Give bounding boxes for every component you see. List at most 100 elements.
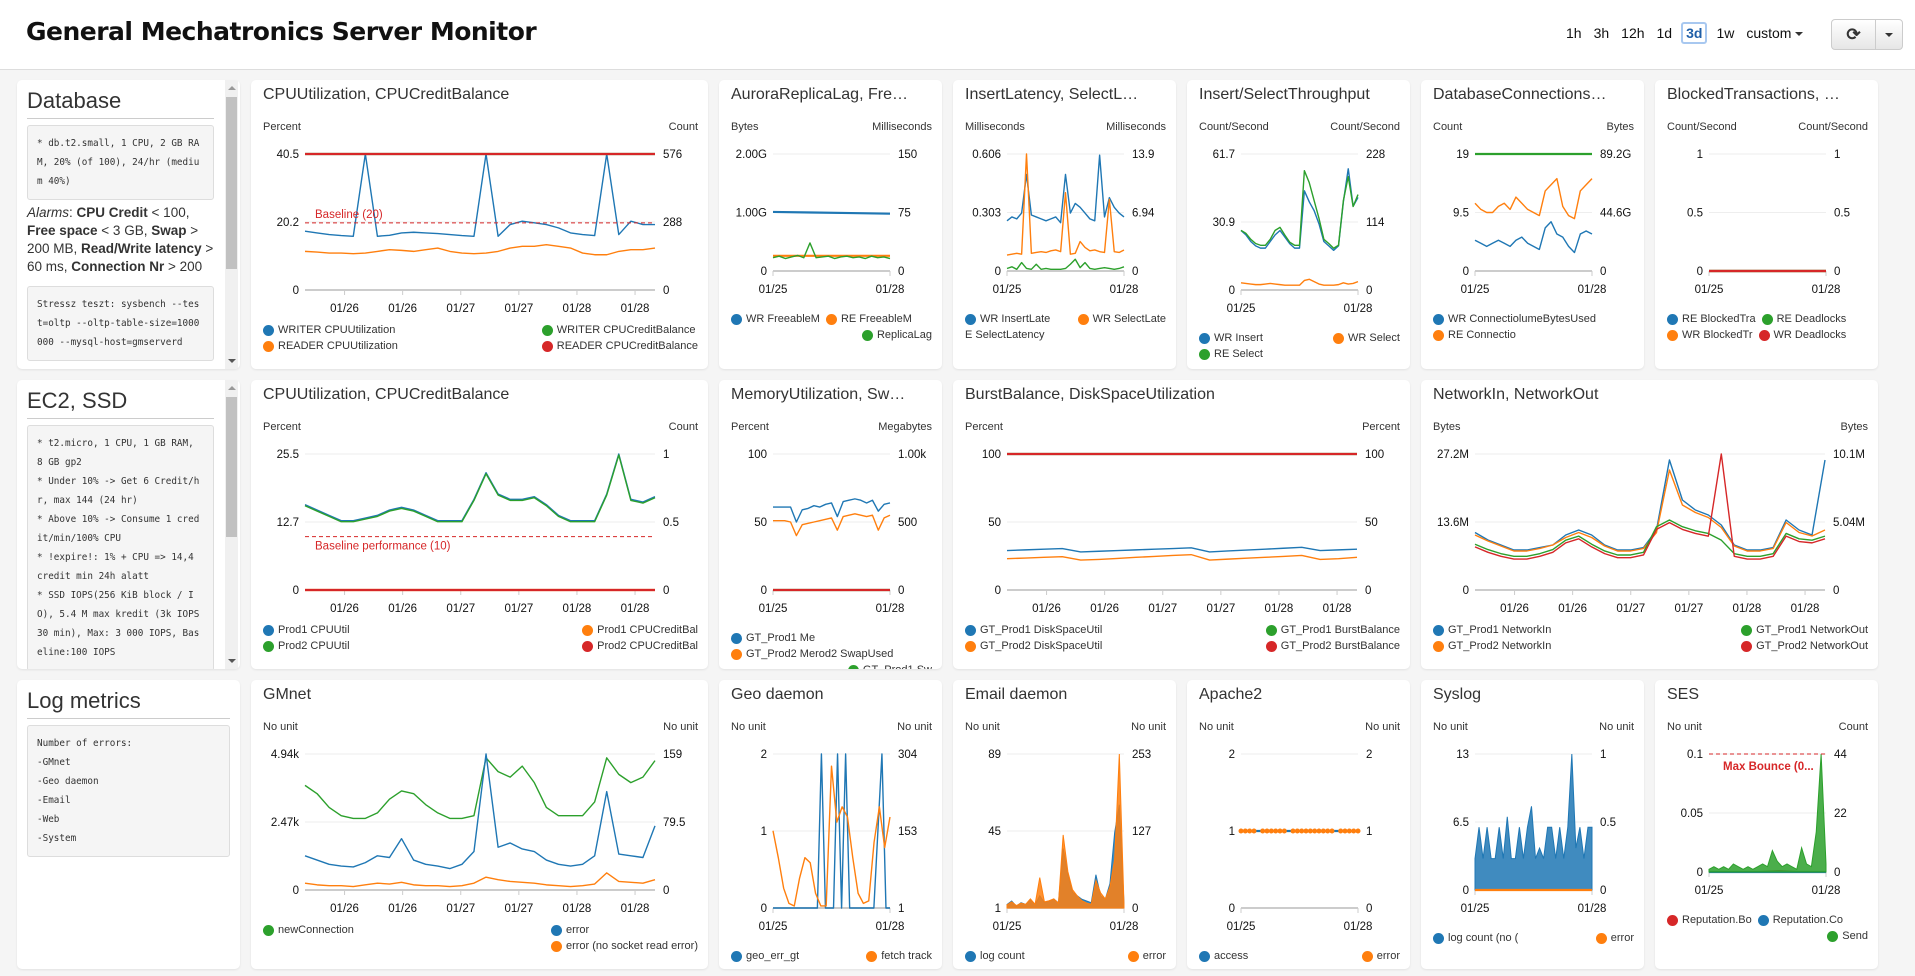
range-3d[interactable]: 3d xyxy=(1681,22,1708,44)
scroll-thumb[interactable] xyxy=(226,397,237,537)
legend-item[interactable]: WR Deadlocks xyxy=(1758,329,1846,341)
chart-legend: WR InsertLate WR SelectLate E SelectLatenc… xyxy=(965,313,1166,341)
data-point xyxy=(1355,828,1361,834)
legend-item[interactable]: GT_Prod2 Merod2 SwapUsed xyxy=(731,648,893,660)
right-tick-label: 500 xyxy=(898,517,917,529)
chart-panel-cpuutilization-cpucreditbalance[interactable]: CPUUtilization, CPUCreditBalance Percent C… xyxy=(251,80,708,369)
chart-panel-cpuutilization-cpucreditbalance[interactable]: CPUUtilization, CPUCreditBalance Percent C… xyxy=(251,380,708,669)
legend-item[interactable]: GT_Prod1 DiskSpaceUtil xyxy=(965,624,1102,636)
legend-item[interactable]: GT_Prod1 NetworkOut xyxy=(1741,624,1868,636)
legend-item[interactable]: GT_Prod1 Sw xyxy=(847,664,932,669)
legend-item[interactable]: WR SelectLate xyxy=(1077,313,1166,325)
legend-item[interactable]: WRITER CPUCreditBalance xyxy=(541,324,696,336)
right-tick-label: 6.94 xyxy=(1132,208,1155,220)
legend-swatch-icon xyxy=(1433,640,1444,652)
legend-item[interactable]: READER CPUCreditBalance xyxy=(541,340,698,352)
chart-panel-apache2[interactable]: Apache2 No unit No unit 0 0 1 1 2 2 01/25 01/28 acc… xyxy=(1187,680,1410,969)
legend-item[interactable]: GT_Prod2 BurstBalance xyxy=(1265,640,1400,652)
chart-panel-databaseconnections[interactable]: DatabaseConnections… Count Bytes 0 0 9.5 44.6G… xyxy=(1421,80,1644,369)
chart-panel-insertlatency-selectl[interactable]: InsertLatency, SelectL… Milliseconds Milli… xyxy=(953,80,1176,369)
left-tick-label: 0 xyxy=(1463,585,1469,597)
range-1w[interactable]: 1w xyxy=(1710,22,1740,44)
legend-label: WRITER CPUCreditBalance xyxy=(556,324,696,336)
legend-item[interactable]: GT_Prod2 DiskSpaceUtil xyxy=(965,640,1102,652)
chart-panel-blockedtransactions[interactable]: BlockedTransactions, … Count/Second Count/… xyxy=(1655,80,1878,369)
chart-panel-geo-daemon[interactable]: Geo daemon No unit No unit 0 1 1 153 2 304 01/25 0… xyxy=(719,680,942,969)
legend-item[interactable]: error xyxy=(550,924,589,936)
legend-item[interactable]: newConnection xyxy=(263,924,354,936)
chart-panel-aurorareplicalag-fre[interactable]: AuroraReplicaLag, Fre… Bytes Milliseconds 0… xyxy=(719,80,942,369)
legend-item[interactable]: GT_Prod1 BurstBalance xyxy=(1265,624,1400,636)
legend-item[interactable]: RE Select xyxy=(1199,348,1263,360)
legend-item[interactable]: Prod1 CPUCreditBal xyxy=(582,624,698,636)
legend-item[interactable]: ReplicaLag xyxy=(861,329,932,341)
annotation-label: Max Bounce (0... xyxy=(1723,761,1814,773)
range-3h[interactable]: 3h xyxy=(1588,22,1616,44)
legend-item[interactable]: GT_Prod2 NetworkIn xyxy=(1433,640,1551,652)
chart-panel-gmnet[interactable]: GMnet No unit No unit 0 0 2.47k 79.5 4.94k 159 01… xyxy=(251,680,708,969)
legend-item[interactable]: READER CPUUtilization xyxy=(263,340,398,352)
refresh-options-button[interactable] xyxy=(1876,20,1902,49)
legend-item[interactable]: error (no socket read error) xyxy=(550,940,698,952)
legend-item[interactable]: Prod2 CPUCreditBal xyxy=(582,640,698,652)
scrollbar[interactable] xyxy=(225,380,238,669)
legend-swatch-icon xyxy=(731,632,742,644)
legend-item[interactable]: error xyxy=(1361,950,1400,962)
scroll-thumb[interactable] xyxy=(226,97,237,269)
legend-item[interactable]: Prod2 CPUUtil xyxy=(263,640,350,652)
legend-item[interactable]: log count (no ( xyxy=(1433,932,1518,944)
legend-item[interactable]: GT_Prod1 NetworkIn xyxy=(1433,624,1551,636)
x-tick-label: 01/28 xyxy=(1733,603,1762,615)
chart-panel-networkin-networkout[interactable]: NetworkIn, NetworkOut Bytes Bytes 0 0 13.6M 5.… xyxy=(1421,380,1878,669)
legend-item[interactable]: Send xyxy=(1827,930,1868,942)
legend-swatch-icon xyxy=(965,624,976,636)
legend-item[interactable]: GT_Prod1 Me xyxy=(731,632,815,644)
legend-item[interactable]: Reputation.Bo xyxy=(1667,914,1752,926)
chart-panel-memoryutilization-sw[interactable]: MemoryUtilization, Sw… Percent Megabytes 0 0… xyxy=(719,380,942,669)
legend-item[interactable]: access xyxy=(1199,950,1248,962)
legend-item[interactable]: WR ConnectiolumeBytesUsed xyxy=(1433,313,1596,325)
alarms-text: Alarms: CPU Credit < 100, Free space < 3… xyxy=(27,205,214,274)
legend-label: WR BlockedTr xyxy=(1682,329,1753,341)
legend-item[interactable]: WR InsertLate xyxy=(965,313,1050,325)
scroll-up-icon[interactable] xyxy=(228,386,236,390)
legend-item[interactable]: WR FreeableM xyxy=(731,313,820,325)
legend-item[interactable]: WRITER CPUUtilization xyxy=(263,324,398,336)
chart-panel-insert-selectthroughput[interactable]: Insert/SelectThroughput Count/Second Count… xyxy=(1187,80,1410,369)
range-custom[interactable]: custom xyxy=(1740,22,1809,44)
legend-item[interactable]: WR BlockedTr xyxy=(1667,329,1753,341)
chart-panel-syslog[interactable]: Syslog No unit No unit 0 0 6.5 0.5 13 1 01/25 01/2… xyxy=(1421,680,1644,969)
legend-item[interactable]: RE Deadlocks xyxy=(1761,313,1846,325)
scroll-down-icon[interactable] xyxy=(228,359,236,363)
legend-item[interactable]: log count xyxy=(965,950,1025,962)
range-1d[interactable]: 1d xyxy=(1651,22,1679,44)
legend-item[interactable]: RE BlockedTra xyxy=(1667,313,1756,325)
legend-swatch-icon xyxy=(1265,624,1277,636)
left-tick-label: 0 xyxy=(1229,903,1235,915)
left-tick-label: 0 xyxy=(1229,285,1235,297)
legend-item[interactable]: Reputation.Co xyxy=(1757,914,1843,926)
chart-panel-ses[interactable]: SES No unit Count 0 0 0.05 22 0.1 44 01/25 01/28 Ma… xyxy=(1655,680,1878,969)
legend-item[interactable]: WR Select xyxy=(1333,332,1400,344)
legend-item[interactable]: geo_err_gt xyxy=(731,950,799,962)
refresh-button[interactable]: ⟳ xyxy=(1832,20,1876,49)
legend-item[interactable]: fetch track xyxy=(866,950,932,962)
legend-item[interactable]: GT_Prod2 NetworkOut xyxy=(1741,640,1868,652)
range-12h[interactable]: 12h xyxy=(1615,22,1650,44)
scrollbar[interactable] xyxy=(225,80,238,369)
legend-item[interactable]: Prod1 CPUUtil xyxy=(263,624,350,636)
scroll-up-icon[interactable] xyxy=(228,86,236,90)
range-1h[interactable]: 1h xyxy=(1560,22,1588,44)
chart-panel-burstbalance-diskspaceutilization[interactable]: BurstBalance, DiskSpaceUtilization Percen… xyxy=(953,380,1410,669)
legend-item[interactable]: error xyxy=(1127,950,1166,962)
legend-swatch-icon xyxy=(731,950,742,962)
legend-item[interactable]: RE Connectio xyxy=(1433,329,1516,341)
scroll-down-icon[interactable] xyxy=(228,659,236,663)
legend-item[interactable]: RE FreeableM xyxy=(825,313,912,325)
legend-item[interactable]: E SelectLatency xyxy=(965,329,1045,341)
x-tick-label: 01/27 xyxy=(1674,603,1703,615)
chart-panel-email-daemon[interactable]: Email daemon No unit No unit 1 0 45 127 89 253 01… xyxy=(953,680,1176,969)
legend-item[interactable]: WR Insert xyxy=(1199,332,1263,344)
legend-item[interactable]: error xyxy=(1595,932,1634,944)
x-tick-label: 01/28 xyxy=(1578,284,1607,296)
